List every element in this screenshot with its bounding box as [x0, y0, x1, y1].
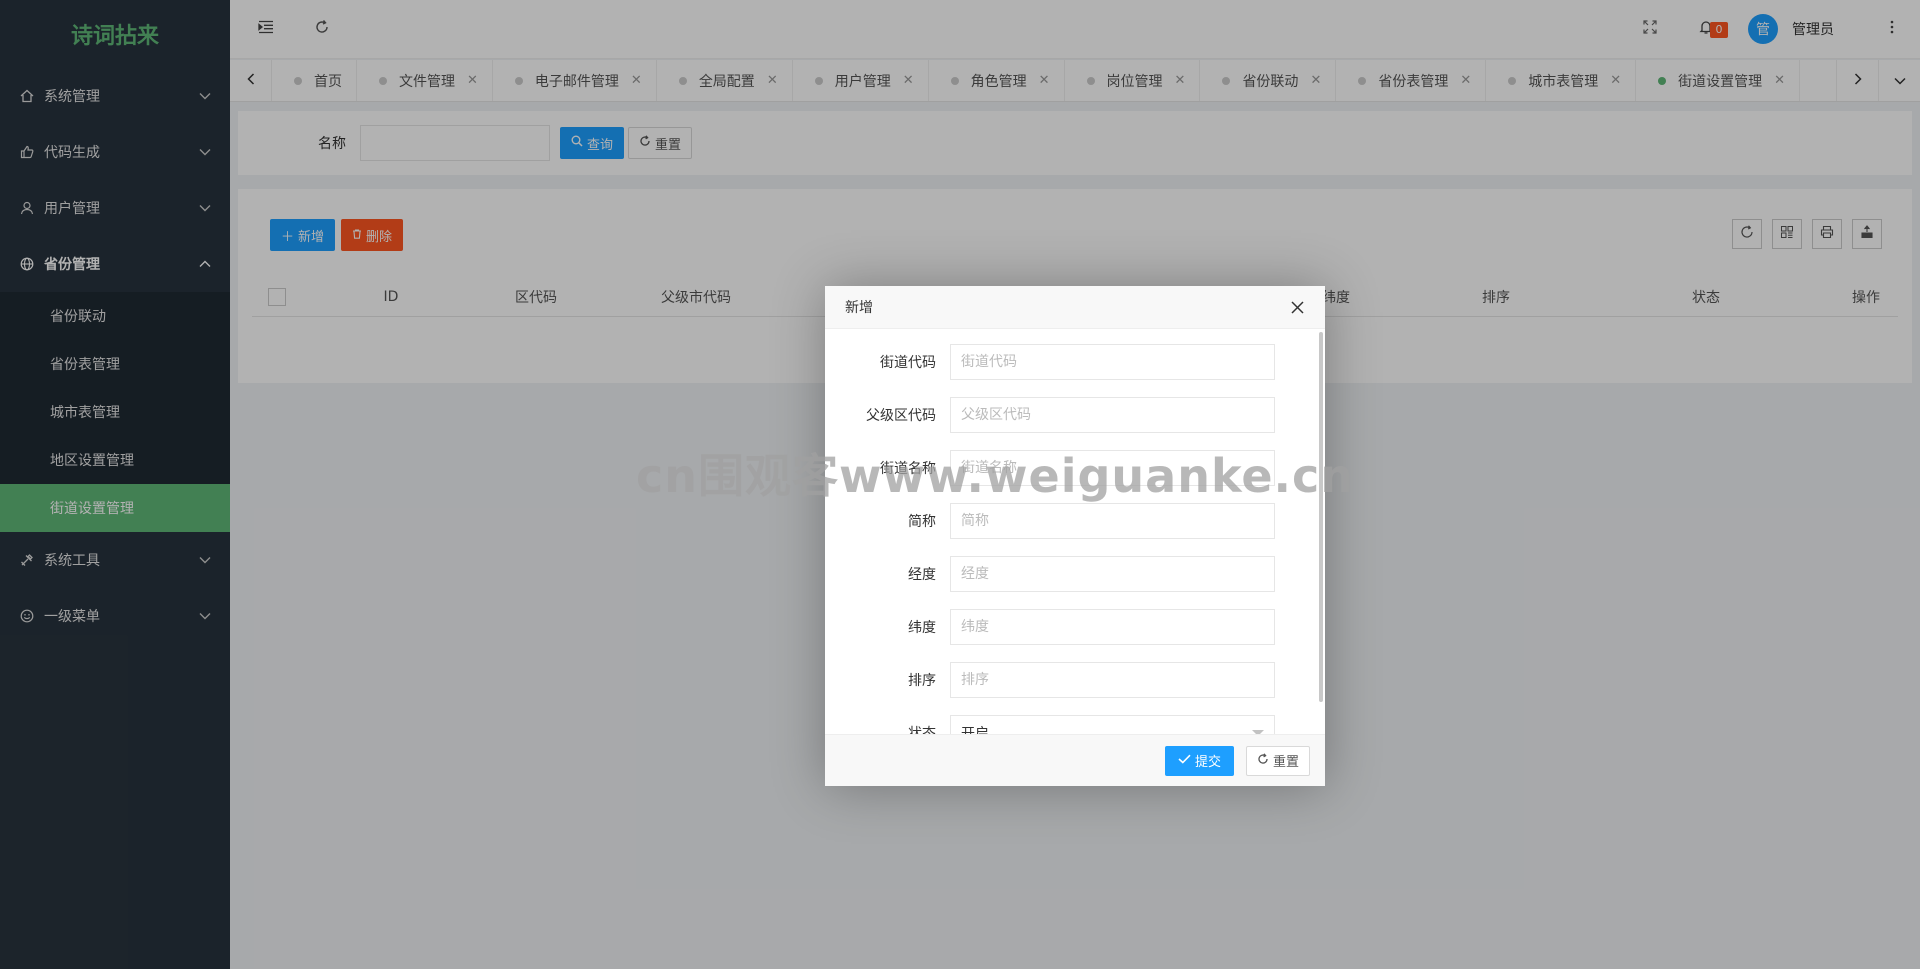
dialog-header: 新增	[825, 286, 1325, 329]
form-row-longitude: 经度	[825, 556, 1325, 592]
submit-button[interactable]: 提交	[1164, 745, 1234, 776]
field-label: 街道代码	[880, 355, 936, 371]
status-select-value: 开启	[961, 726, 989, 734]
field-label: 状态	[908, 726, 936, 734]
check-icon	[1178, 753, 1191, 768]
dialog-body: 街道代码 父级区代码 街道名称 简称 经度 纬度 排序 状态	[825, 329, 1325, 734]
dialog-reset-label: 重置	[1272, 755, 1299, 770]
longitude-input[interactable]	[950, 556, 1275, 592]
sort-input[interactable]	[950, 662, 1275, 698]
field-label: 父级区代码	[866, 408, 936, 424]
submit-button-label: 提交	[1194, 755, 1221, 770]
street-name-input[interactable]	[950, 450, 1275, 486]
add-dialog: 新增 街道代码 父级区代码 街道名称 简称 经度 纬度	[825, 286, 1325, 786]
field-label: 经度	[908, 567, 936, 583]
form-row-status: 状态 开启	[825, 715, 1325, 734]
refresh-icon	[1257, 752, 1269, 769]
parent-district-code-input[interactable]	[950, 397, 1275, 433]
form-row-street-name: 街道名称	[825, 450, 1325, 486]
form-row-street-code: 街道代码	[825, 344, 1325, 380]
dialog-scrollbar[interactable]	[1319, 332, 1323, 702]
short-name-input[interactable]	[950, 503, 1275, 539]
dialog-footer: 提交 重置	[825, 734, 1325, 786]
field-label: 简称	[908, 514, 936, 530]
latitude-input[interactable]	[950, 609, 1275, 645]
form-row-parent-district-code: 父级区代码	[825, 397, 1325, 433]
form-row-short-name: 简称	[825, 503, 1325, 539]
street-code-input[interactable]	[950, 344, 1275, 380]
close-icon[interactable]	[1289, 299, 1305, 315]
dialog-title: 新增	[845, 300, 873, 316]
field-label: 街道名称	[880, 461, 936, 477]
status-select[interactable]: 开启	[950, 715, 1275, 734]
form-row-sort: 排序	[825, 662, 1325, 698]
field-label: 排序	[908, 673, 936, 689]
field-label: 纬度	[908, 620, 936, 636]
dialog-reset-button[interactable]: 重置	[1245, 745, 1310, 776]
form-row-latitude: 纬度	[825, 609, 1325, 645]
